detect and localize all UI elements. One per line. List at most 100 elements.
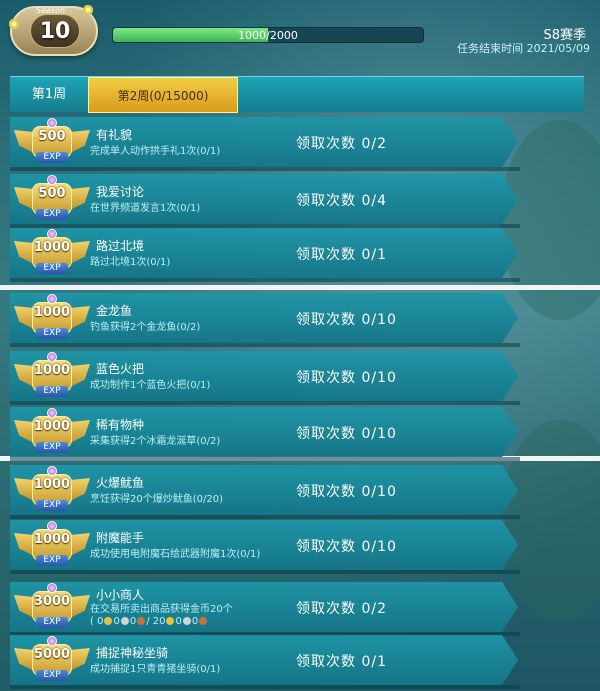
coin-progress: ( 0 0 0/ 20 0 0 <box>90 616 208 627</box>
copper-coin-icon <box>137 617 146 625</box>
claim-count: 领取次数 0/10 <box>296 426 397 442</box>
task-row[interactable]: 5000 EXP 捕捉神秘坐骑 成功捕捉1只青青猪坐骑(0/1) 领取次数 0/1 <box>10 635 518 685</box>
row-shadow <box>10 224 520 228</box>
exp-label: EXP <box>36 328 68 339</box>
task-desc-text: 钓鱼获得2个金龙鱼(0/2) <box>90 322 201 333</box>
task-row[interactable]: 500 EXP 有礼貌完成单人动作拱手礼1次(0/1) 领取次数 0/2 <box>10 117 518 167</box>
claim-count: 领取次数 0/2 <box>296 601 387 617</box>
exp-reward-badge: 1000 EXP <box>14 229 90 277</box>
exp-reward-badge: 500 EXP <box>14 118 90 166</box>
task-name: 路过北境 <box>96 239 145 253</box>
task-desc: 烹饪获得20个爆炒鱿鱼(0/20) <box>90 494 290 506</box>
task-row[interactable]: 1000 EXP 稀有物种采集获得2个冰霜龙涎草(0/2) 领取次数 0/10 <box>10 407 518 457</box>
task-desc: 路过北境1次(0/1) <box>90 257 290 269</box>
level-badge: Season 10 <box>8 4 98 56</box>
gem-icon <box>47 294 57 304</box>
task-name: 火爆鱿鱼 <box>96 476 145 490</box>
task-row[interactable]: 1000 EXP 路过北境路过北境1次(0/1) 领取次数 0/1 <box>10 228 518 278</box>
gold-coin-icon <box>166 617 175 625</box>
exp-label: EXP <box>36 152 68 163</box>
exp-reward-badge: 1000 EXP <box>14 466 90 514</box>
gem-icon <box>47 118 57 128</box>
task-desc: 在世界频道发言1次(0/1) <box>90 203 290 215</box>
task-row[interactable]: 1000 EXP 附魔能手成功使用电附魔石给武器附魔1次(0/1) 领取次数 0/10 <box>10 520 518 570</box>
tab-week-2[interactable]: 第2周(0/15000) <box>88 77 238 113</box>
gem-icon <box>47 466 57 476</box>
task-row[interactable]: 1000 EXP 金龙鱼钓鱼获得2个金龙鱼(0/2) 领取次数 0/10 <box>10 293 518 343</box>
tab-week-1[interactable]: 第1周 <box>10 77 88 113</box>
exp-label: EXP <box>36 442 68 453</box>
exp-reward-badge: 1000 EXP <box>14 521 90 569</box>
task-name: 蓝色火把 <box>96 362 145 376</box>
task-name: 捕捉神秘坐骑 <box>96 646 169 660</box>
exp-value: 500 <box>38 129 66 144</box>
exp-reward-badge: 1000 EXP <box>14 408 90 456</box>
task-name: 金龙鱼 <box>96 304 133 318</box>
exp-progress-bar: 1000/2000 <box>112 27 424 43</box>
row-shadow <box>10 570 520 574</box>
season-end-time: 任务结束时间 2021/05/09 <box>457 42 590 55</box>
coin-gold-count: ( 0 <box>90 616 104 627</box>
level-inner: 10 <box>30 14 80 48</box>
task-desc: 成功制作1个蓝色火把(0/1) <box>90 380 290 392</box>
gold-coin-icon <box>104 617 113 625</box>
claim-count: 领取次数 0/2 <box>296 136 387 152</box>
coin-target: / 20 <box>146 616 166 627</box>
exp-value: 1000 <box>33 419 71 434</box>
task-row[interactable]: 1000 EXP 蓝色火把 成功制作1个蓝色火把(0/1) 领取次数 0/10 <box>10 351 518 401</box>
task-desc: 完成单人动作拱手礼1次(0/1) <box>90 146 290 158</box>
claim-count: 领取次数 0/1 <box>296 247 387 263</box>
row-shadow <box>10 401 520 405</box>
row-shadow <box>10 343 520 347</box>
exp-label: EXP <box>36 386 68 397</box>
exp-label: EXP <box>36 617 68 628</box>
task-row[interactable]: 1000 EXP 火爆鱿鱼 烹饪获得20个爆炒鱿鱼(0/20) 领取次数 0/10 <box>10 465 518 515</box>
exp-reward-badge: 3000 EXP <box>14 583 90 631</box>
exp-reward-badge: 1000 EXP <box>14 294 90 342</box>
task-row[interactable]: 3000 EXP 小小商人 在交易所卖出商品获得金币20个( 0 0 0/ 20 0 0 领取次… <box>10 582 518 632</box>
claim-count: 领取次数 0/1 <box>296 654 387 670</box>
task-desc: 在交易所卖出商品获得金币20个( 0 0 0/ 20 0 0 <box>90 604 290 628</box>
exp-value: 1000 <box>33 477 71 492</box>
claim-count: 领取次数 0/10 <box>296 312 397 328</box>
task-name: 小小商人 <box>96 588 145 602</box>
exp-reward-badge: 500 EXP <box>14 175 90 223</box>
exp-label: EXP <box>36 263 68 274</box>
task-name: 附魔能手 <box>96 531 145 545</box>
task-name: 稀有物种 <box>96 418 145 432</box>
task-screen: Season 10 1000/2000 S8赛季 任务结束时间 2021/05/… <box>0 0 600 691</box>
silver-coin-icon <box>182 617 191 625</box>
coin-target-silver: 0 <box>175 616 182 627</box>
coin-silver-count: 0 <box>113 616 120 627</box>
exp-value: 500 <box>38 186 66 201</box>
coin-copper-count: 0 <box>129 616 137 627</box>
task-desc: 成功使用电附魔石给武器附魔1次(0/1) <box>90 549 290 561</box>
week-tabs: 第1周 第2周(0/15000) <box>10 76 584 113</box>
claim-count: 领取次数 0/10 <box>296 539 397 555</box>
exp-value: 1000 <box>33 532 71 547</box>
exp-value: 3000 <box>33 594 71 609</box>
flower-icon <box>8 18 20 30</box>
task-desc-text: 采集获得2个冰霜龙涎草(0/2) <box>90 436 221 447</box>
task-desc-text: 在交易所卖出商品获得金币20个 <box>90 604 233 615</box>
task-name: 我爱讨论 <box>96 185 145 199</box>
gem-icon <box>47 352 57 362</box>
exp-label: EXP <box>36 670 68 681</box>
gem-icon <box>47 636 57 646</box>
task-desc: 钓鱼获得2个金龙鱼(0/2) <box>90 322 290 334</box>
copper-coin-icon <box>199 617 208 625</box>
task-row[interactable]: 500 EXP 我爱讨论 在世界频道发言1次(0/1) 领取次数 0/4 <box>10 174 518 224</box>
gem-icon <box>47 408 57 418</box>
gem-icon <box>47 521 57 531</box>
task-desc: 采集获得2个冰霜龙涎草(0/2) <box>90 436 290 448</box>
background-hill <box>500 420 600 620</box>
task-name: 有礼貌 <box>96 128 133 142</box>
row-shadow <box>10 685 520 689</box>
task-desc-text: 路过北境1次(0/1) <box>90 257 171 268</box>
exp-progress-text: 1000/2000 <box>238 29 298 42</box>
task-desc-text: 成功使用电附魔石给武器附魔1次(0/1) <box>90 549 261 560</box>
row-shadow <box>10 515 520 519</box>
gem-icon <box>47 175 57 185</box>
exp-label: EXP <box>36 500 68 511</box>
level-number: 10 <box>39 19 71 44</box>
